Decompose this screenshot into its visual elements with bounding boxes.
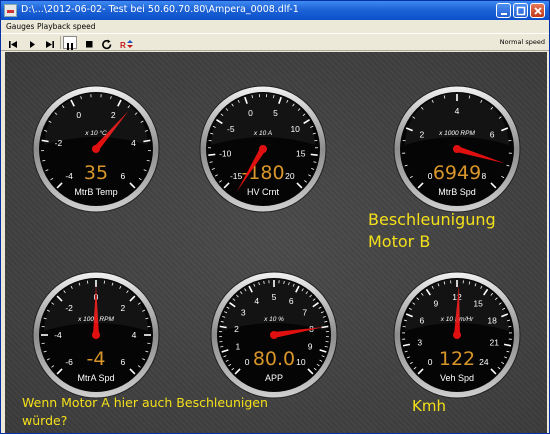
close-button[interactable] xyxy=(530,3,545,18)
annotation-kmh: Kmh xyxy=(412,397,446,415)
gauge-tick-label: -4 xyxy=(54,330,62,340)
play-icon[interactable] xyxy=(25,36,39,49)
menu-gauges[interactable]: Gauges xyxy=(6,22,34,31)
gauge-tick-label: 8 xyxy=(482,171,487,181)
gauge-tick-label: 9 xyxy=(308,342,313,352)
gauge-tick-label: 0 xyxy=(428,357,433,367)
annotation-motor-b-text: Beschleunigung Motor B xyxy=(368,210,496,251)
menu-playback-speed[interactable]: Playback speed xyxy=(37,22,96,31)
stop-icon[interactable] xyxy=(82,36,96,49)
annotation-kmh-text: Kmh xyxy=(412,397,446,415)
gauge-label: MtrB Spd xyxy=(438,187,476,197)
gauge-mtrb-temp: -4-20246x 10 °C35MtrB Temp xyxy=(32,85,160,213)
record-icon[interactable]: R xyxy=(119,36,133,50)
title-bar[interactable]: D:\...\2012-06-02- Test bei 50.60.70.80\… xyxy=(1,1,549,20)
gauge-hub xyxy=(259,145,267,153)
gauge-tick-label: 3 xyxy=(417,337,422,347)
gauge-app: 012345678910x 10 %80.0APP xyxy=(210,271,338,399)
gauge-mtrb-spd: 02468x 1000 RPM6949MtrB Spd xyxy=(393,85,521,213)
annotation-motor-a-text: Wenn Motor A hier auch Beschleunigen wür… xyxy=(22,395,268,428)
svg-text:R: R xyxy=(120,41,126,50)
skip-back-icon[interactable] xyxy=(6,36,20,49)
gauge-major-tick xyxy=(208,153,216,156)
gauge-mtra-spd: -6-4-20246x 1000 RPM-4MtrA Spd xyxy=(32,271,160,399)
gauge-value: 35 xyxy=(84,162,108,184)
annotation-motor-a: Wenn Motor A hier auch Beschleunigen wür… xyxy=(22,394,342,430)
gauge-label: HV Crnt xyxy=(247,187,280,197)
window-title: D:\...\2012-06-02- Test bei 50.60.70.80\… xyxy=(21,4,299,15)
gauge-hub xyxy=(453,331,461,339)
gauge-label: Veh Spd xyxy=(440,373,474,383)
gauge-hub xyxy=(92,145,100,153)
gauge-tick-label: 1 xyxy=(235,342,240,352)
minimize-button[interactable] xyxy=(496,3,511,18)
gauge-tick-label: 20 xyxy=(285,171,295,181)
gauge-tick-label: -4 xyxy=(65,171,73,181)
menu-bar: Gauges Playback speed xyxy=(1,20,549,33)
gauge-tick-label: 4 xyxy=(132,330,137,340)
gauge-label: MtrA Spd xyxy=(77,373,114,383)
playback-speed-indicator: Normal speed xyxy=(499,38,545,46)
gauge-tick-label: 24 xyxy=(479,357,489,367)
gauge-label: MtrB Temp xyxy=(74,187,117,197)
gauge-value: 122 xyxy=(439,348,475,370)
pause-icon[interactable] xyxy=(63,36,77,50)
gauge-major-tick xyxy=(310,153,318,156)
toolbar-separator xyxy=(60,36,61,49)
maximize-button[interactable] xyxy=(513,3,528,18)
gauge-tick-label: -10 xyxy=(219,148,232,158)
repeat-icon[interactable] xyxy=(100,36,114,50)
gauge-value: 80.0 xyxy=(253,348,295,370)
gauge-hub xyxy=(270,331,278,339)
gauge-hv-crnt: -15-10-505101520x 10 A-180HV Crnt xyxy=(199,85,327,213)
gauge-tick-label: -6 xyxy=(65,357,73,367)
gauge-tick-label: 21 xyxy=(490,337,500,347)
gauge-tick-label: 6 xyxy=(121,171,126,181)
gauge-tick-label: 15 xyxy=(296,148,306,158)
gauge-value: -4 xyxy=(87,348,106,370)
gauge-veh-spd: 03691215182124x 10 Km/Hr122Veh Spd xyxy=(393,271,521,399)
gauge-tick-label: 10 xyxy=(296,357,306,367)
gauge-tick-label: 0 xyxy=(245,357,250,367)
gauge-label: APP xyxy=(265,373,283,383)
app-icon xyxy=(4,4,17,17)
gauge-value: 6949 xyxy=(433,162,481,184)
gauge-hub xyxy=(453,145,461,153)
gauge-tick-label: 6 xyxy=(121,357,126,367)
gauge-hub xyxy=(92,331,100,339)
annotation-motor-b: Beschleunigung Motor B xyxy=(368,209,518,253)
skip-forward-icon[interactable] xyxy=(43,36,57,49)
toolbar: R Normal speed xyxy=(1,33,549,51)
